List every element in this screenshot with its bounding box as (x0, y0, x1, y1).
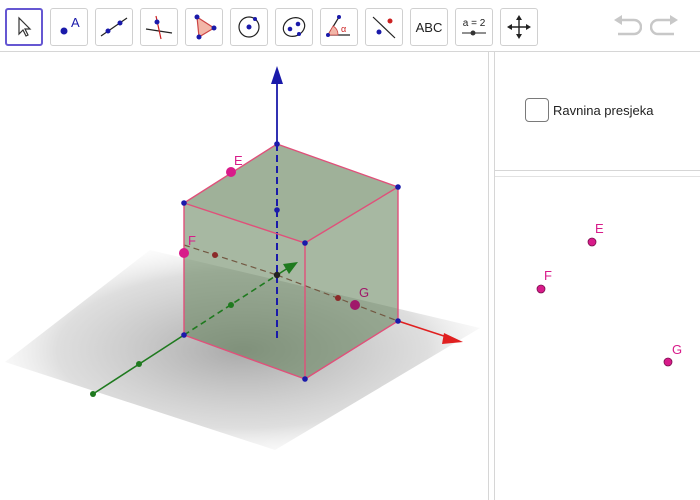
reflect-about-line-icon (372, 16, 396, 39)
ellipse-icon (282, 17, 306, 37)
circle-tool-button[interactable] (230, 8, 268, 46)
angle-tool-button[interactable]: α (320, 8, 358, 46)
section-plane-checkbox[interactable] (525, 98, 549, 122)
points-2d-canvas[interactable]: E F G (495, 177, 700, 500)
section-plane-checkbox-label: Ravnina presjeka (553, 102, 654, 118)
ellipse-tool-button[interactable] (275, 8, 313, 46)
perpendicular-line-tool-button[interactable] (140, 8, 178, 46)
arrow-cursor-icon (18, 16, 32, 37)
angle-icon: α (326, 15, 350, 37)
reflect-tool-button[interactable] (365, 8, 403, 46)
point-e-3d[interactable] (226, 167, 236, 177)
section-plane-checkbox-row[interactable]: Ravnina presjeka (525, 96, 653, 124)
move-graphics-view-icon (507, 15, 531, 39)
perpendicular-line-icon (145, 15, 173, 40)
scene-3d[interactable]: E F G (0, 52, 488, 500)
z-axis-arrow (271, 66, 283, 84)
slider-icon: a = 2 (460, 18, 488, 37)
text-tool-button[interactable]: ABC (410, 8, 448, 46)
line-icon (100, 17, 128, 37)
point-g-2d[interactable] (663, 357, 673, 367)
point-e-2d-label: E (595, 221, 604, 236)
panel-separator (495, 170, 700, 171)
point-f-3d-label: F (188, 233, 196, 248)
point-g-3d[interactable] (350, 300, 360, 310)
point-g-3d-label: G (359, 285, 369, 300)
redo-icon[interactable] (650, 12, 680, 40)
text-icon: ABC (415, 19, 443, 35)
point-e-3d-label: E (234, 153, 243, 168)
view-divider[interactable] (488, 52, 489, 500)
polygon-tool-button[interactable] (185, 8, 223, 46)
svg-text:A: A (71, 15, 80, 30)
circle-with-center-icon (238, 16, 260, 38)
point-g-2d-label: G (672, 342, 682, 357)
move-tool-button[interactable] (5, 8, 43, 46)
polygon-icon (194, 14, 217, 40)
point-e-2d[interactable] (587, 237, 597, 247)
point-f-3d[interactable] (179, 248, 189, 258)
graphics-view-3d[interactable]: E F G (0, 52, 488, 500)
point-tool-button[interactable]: A (50, 8, 88, 46)
line-tool-button[interactable] (95, 8, 133, 46)
svg-text:α: α (341, 24, 346, 34)
point-icon: A (60, 15, 80, 35)
toolbar: A α ABC a = 2 (0, 0, 700, 52)
point-f-2d-label: F (544, 268, 552, 283)
slider-tool-button[interactable]: a = 2 (455, 8, 493, 46)
move-view-tool-button[interactable] (500, 8, 538, 46)
undo-icon[interactable] (612, 12, 642, 40)
point-f-2d[interactable] (536, 284, 546, 294)
